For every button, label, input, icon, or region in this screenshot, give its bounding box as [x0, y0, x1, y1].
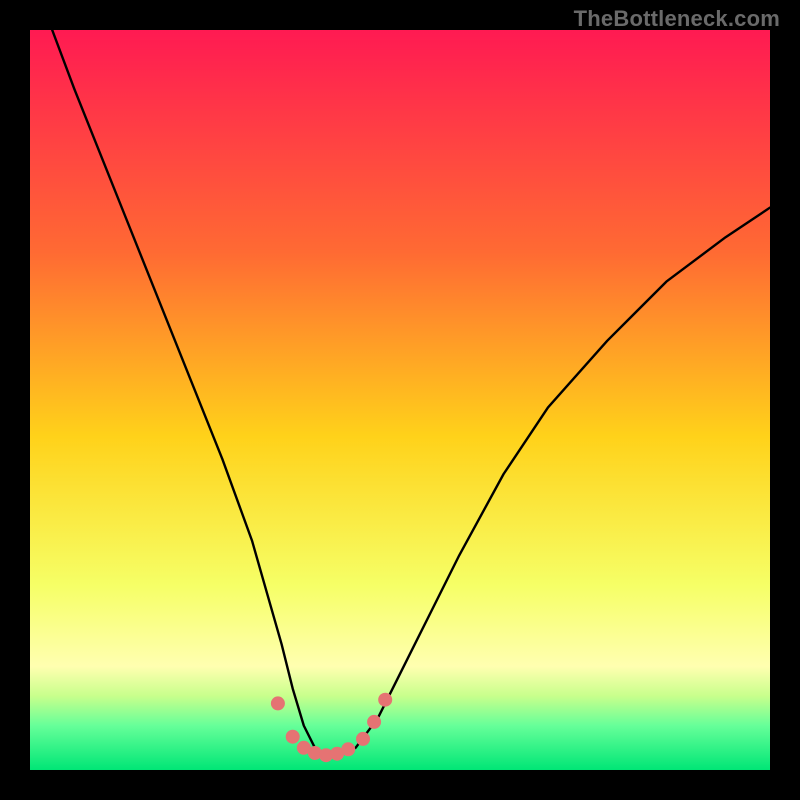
gradient-background	[30, 30, 770, 770]
watermark-text: TheBottleneck.com	[574, 6, 780, 32]
highlight-dot	[367, 715, 381, 729]
plot-area	[30, 30, 770, 770]
chart-svg	[30, 30, 770, 770]
highlight-dot	[341, 742, 355, 756]
highlight-dot	[271, 696, 285, 710]
chart-frame: TheBottleneck.com	[0, 0, 800, 800]
highlight-dot	[356, 732, 370, 746]
highlight-dot	[286, 730, 300, 744]
highlight-dot	[378, 693, 392, 707]
